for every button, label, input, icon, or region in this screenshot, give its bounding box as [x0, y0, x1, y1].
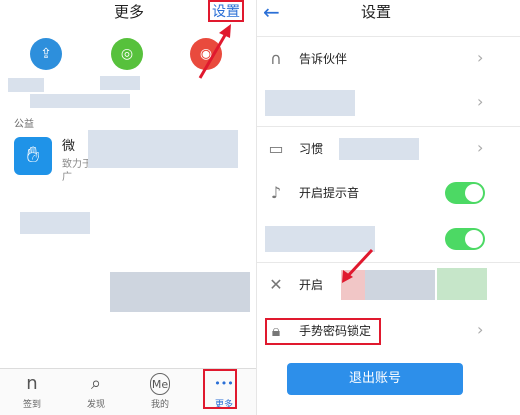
screenshot-root: 更多 设置 ⇪ ◎ ◉ 公益 ✋︎ 微 致力于为 广 n 签到 ⌕ 发现 Me: [0, 0, 520, 415]
weibo-icon[interactable]: ◉: [190, 38, 222, 70]
setting-toggle[interactable]: [445, 228, 485, 250]
chevron-right-icon: ›: [477, 48, 484, 67]
window-icon: ▭: [268, 139, 284, 158]
obscured-area: [20, 212, 90, 234]
more-tab-highlight: [203, 369, 237, 409]
more-title: 更多: [114, 3, 145, 21]
divider: [257, 262, 520, 263]
obscured-area: [339, 138, 419, 160]
hand-logo-icon[interactable]: ✋︎: [14, 137, 52, 175]
wechat-icon[interactable]: ◎: [111, 38, 143, 70]
back-arrow-icon[interactable]: ←: [263, 0, 280, 24]
obscured-area: [30, 94, 130, 108]
obscured-area: [437, 268, 487, 300]
toggle-knob: [465, 230, 483, 248]
music-note-icon: ♪: [270, 183, 282, 202]
bell-icon: ∩: [270, 49, 282, 68]
more-screen: 更多 设置 ⇪ ◎ ◉ 公益 ✋︎ 微 致力于为 广 n 签到 ⌕ 发现 Me: [0, 0, 256, 415]
obscured-area: [341, 270, 365, 300]
tab-label: 发现: [86, 400, 105, 410]
search-icon: ⌕: [90, 373, 102, 394]
settings-link[interactable]: 设置: [208, 0, 244, 22]
signin-icon: n: [26, 373, 38, 394]
settings-row-habits[interactable]: ▭ 习惯 ›: [257, 128, 520, 170]
tab-discover[interactable]: ⌕ 发现: [64, 369, 128, 415]
chevron-right-icon: ›: [477, 138, 484, 157]
obscured-area: [365, 270, 435, 300]
settings-row-sound[interactable]: ♪ 开启提示音: [257, 172, 520, 214]
divider: [257, 126, 520, 127]
tab-signin[interactable]: n 签到: [0, 369, 64, 415]
row-label: 开启: [299, 278, 324, 292]
sound-toggle[interactable]: [445, 182, 485, 204]
row-label: 习惯: [299, 142, 324, 156]
obscured-area: [265, 226, 375, 252]
gesture-lock-highlight: [265, 318, 381, 345]
entry-description-line2: 广: [62, 172, 72, 183]
tab-label: 签到: [22, 400, 41, 410]
chevron-right-icon: ›: [477, 320, 484, 339]
obscured-area: [8, 78, 44, 92]
obscured-area: [88, 130, 238, 168]
row-label: 开启提示音: [299, 186, 360, 200]
tab-label: 我的: [150, 400, 169, 410]
settings-title: 设置: [361, 3, 392, 21]
settings-row-enable[interactable]: ✕ 开启: [257, 264, 520, 306]
row-label: 告诉伙伴: [299, 52, 348, 66]
obscured-area: [110, 272, 250, 312]
me-icon: Me: [150, 373, 170, 395]
settings-row-tell-friends[interactable]: ∩ 告诉伙伴 ›: [257, 38, 520, 80]
entry-title[interactable]: 微: [62, 135, 75, 154]
share-upload-icon[interactable]: ⇪: [30, 38, 62, 70]
chevron-right-icon: ›: [477, 92, 484, 111]
divider: [257, 36, 520, 37]
logout-button[interactable]: 退出账号: [287, 363, 463, 395]
section-label: 公益: [14, 119, 34, 130]
settings-row-obscured[interactable]: ›: [257, 82, 520, 124]
obscured-area: [265, 90, 355, 116]
obscured-area: [100, 76, 140, 90]
tools-icon: ✕: [269, 275, 283, 294]
settings-row-obscured-toggle[interactable]: [257, 218, 520, 260]
tab-mine[interactable]: Me 我的: [128, 369, 192, 415]
toggle-knob: [465, 184, 483, 202]
settings-screen: ← 设置 ∩ 告诉伙伴 › › ▭ 习惯 › ♪ 开启提示音 ✕ 开启 🔒︎ 手…: [256, 0, 520, 415]
